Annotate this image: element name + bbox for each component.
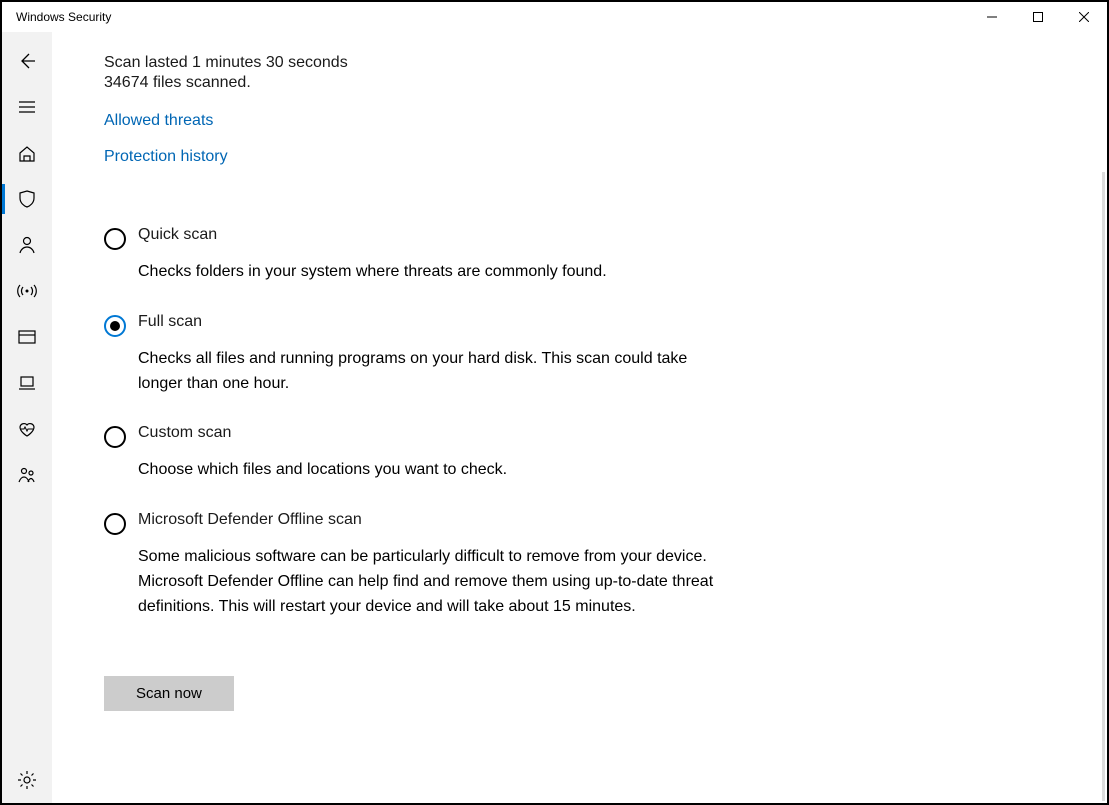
sidebar-item-home[interactable] bbox=[2, 130, 52, 176]
option-full-scan[interactable]: Full scan Checks all files and running p… bbox=[104, 313, 724, 397]
sidebar-item-family[interactable] bbox=[2, 452, 52, 498]
close-icon bbox=[1079, 12, 1089, 22]
sidebar-item-firewall[interactable] bbox=[2, 268, 52, 314]
maximize-button[interactable] bbox=[1015, 2, 1061, 32]
radio-custom-scan[interactable] bbox=[104, 426, 126, 448]
option-desc: Choose which files and locations you wan… bbox=[138, 458, 507, 483]
option-desc: Some malicious software can be particula… bbox=[138, 545, 724, 619]
option-custom-scan[interactable]: Custom scan Choose which files and locat… bbox=[104, 424, 724, 483]
option-title: Full scan bbox=[138, 313, 724, 331]
window-title: Windows Security bbox=[2, 10, 111, 24]
scrollbar[interactable] bbox=[1102, 172, 1105, 801]
titlebar: Windows Security bbox=[2, 2, 1107, 32]
heart-icon bbox=[17, 419, 37, 439]
option-desc: Checks folders in your system where thre… bbox=[138, 260, 607, 285]
radio-offline-scan[interactable] bbox=[104, 513, 126, 535]
sidebar-item-health[interactable] bbox=[2, 406, 52, 452]
sidebar bbox=[2, 32, 52, 803]
back-arrow-icon bbox=[17, 51, 37, 71]
sidebar-item-menu[interactable] bbox=[2, 84, 52, 130]
maximize-icon bbox=[1033, 12, 1043, 22]
scan-options: Quick scan Checks folders in your system… bbox=[104, 226, 724, 620]
sidebar-item-back[interactable] bbox=[2, 38, 52, 84]
sidebar-item-app[interactable] bbox=[2, 314, 52, 360]
scan-now-button[interactable]: Scan now bbox=[104, 676, 234, 711]
hamburger-icon bbox=[17, 97, 37, 117]
scan-status-files: 34674 files scanned. bbox=[104, 74, 1107, 92]
app-window-icon bbox=[17, 327, 37, 347]
protection-history-link[interactable]: Protection history bbox=[104, 148, 228, 166]
minimize-icon bbox=[987, 12, 997, 22]
main-content[interactable]: Scan lasted 1 minutes 30 seconds 34674 f… bbox=[52, 32, 1107, 803]
home-icon bbox=[17, 143, 37, 163]
scan-status-duration: Scan lasted 1 minutes 30 seconds bbox=[104, 54, 1107, 72]
laptop-icon bbox=[17, 373, 37, 393]
window-controls bbox=[969, 2, 1107, 32]
sidebar-item-device[interactable] bbox=[2, 360, 52, 406]
shield-icon bbox=[17, 189, 37, 209]
minimize-button[interactable] bbox=[969, 2, 1015, 32]
app-window: Windows Security bbox=[0, 0, 1109, 805]
sidebar-item-settings[interactable] bbox=[2, 757, 52, 803]
option-title: Quick scan bbox=[138, 226, 607, 244]
sidebar-item-account[interactable] bbox=[2, 222, 52, 268]
antenna-icon bbox=[17, 281, 37, 301]
option-desc: Checks all files and running programs on… bbox=[138, 347, 724, 397]
radio-full-scan[interactable] bbox=[104, 315, 126, 337]
family-icon bbox=[17, 465, 37, 485]
option-title: Microsoft Defender Offline scan bbox=[138, 511, 724, 529]
radio-quick-scan[interactable] bbox=[104, 228, 126, 250]
option-quick-scan[interactable]: Quick scan Checks folders in your system… bbox=[104, 226, 724, 285]
person-icon bbox=[17, 235, 37, 255]
gear-icon bbox=[17, 770, 37, 790]
close-button[interactable] bbox=[1061, 2, 1107, 32]
option-title: Custom scan bbox=[138, 424, 507, 442]
allowed-threats-link[interactable]: Allowed threats bbox=[104, 112, 213, 130]
sidebar-item-virus[interactable] bbox=[2, 176, 52, 222]
option-offline-scan[interactable]: Microsoft Defender Offline scan Some mal… bbox=[104, 511, 724, 619]
